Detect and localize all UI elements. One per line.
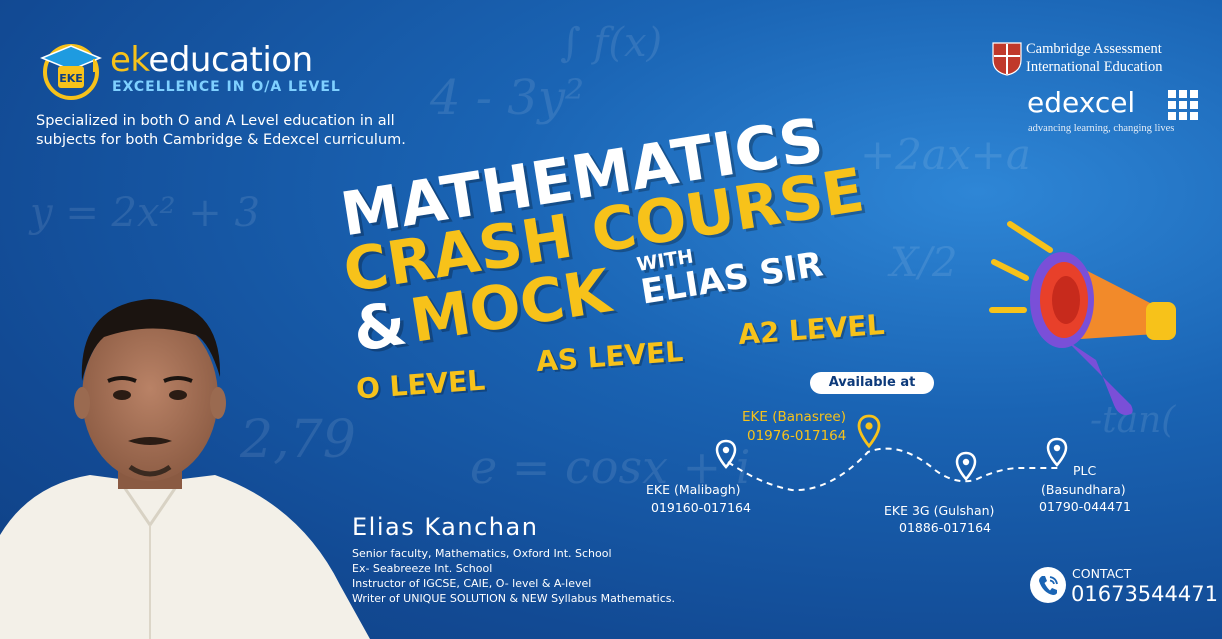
contact-label: CONTACT [1072,566,1132,581]
poster: 4 - 3y² +2ax+a y = 2x² + 3 2,79 e = cosx… [0,0,1222,639]
location-banasree-phone: 01976-017164 [747,428,847,444]
credential-line: Ex- Seabreeze Int. School [352,562,493,575]
location-gulshan-name: EKE 3G (Gulshan) [884,503,995,518]
location-banasree-name: EKE (Banasree) [742,409,846,425]
map-pin-icon [715,439,737,469]
location-malibagh-name: EKE (Malibagh) [646,482,741,497]
edexcel-grid-icon [1168,90,1198,120]
level-a2: A2 LEVEL [737,307,886,352]
cambridge-line2: International Education [1026,59,1163,75]
credential-line: Instructor of IGCSE, CAIE, O- level & A-… [352,577,592,590]
cambridge-shield-icon [992,42,1022,76]
phone-icon [1030,567,1066,603]
logo-letters: EKE [59,72,83,85]
cambridge-line1: Cambridge Assessment [1026,41,1162,57]
brand-name-prefix: ek [110,40,149,80]
instructor-name: Elias Kanchan [352,513,539,541]
credential-line: Senior faculty, Mathematics, Oxford Int.… [352,547,612,560]
map-pin-icon [955,451,977,481]
contact-phone[interactable]: 01673544471 [1071,582,1218,606]
location-plc-area: (Basundhara) [1041,482,1126,497]
location-gulshan-phone: 01886-017164 [899,520,991,535]
credential-line: Writer of UNIQUE SOLUTION & NEW Syllabus… [352,592,675,605]
graduation-cap-icon: EKE [40,44,102,100]
location-plc-name: PLC [1073,463,1097,478]
brand-name: ekeducation [110,40,313,80]
available-at-badge: Available at [810,372,934,394]
instructor-credentials: Senior faculty, Mathematics, Oxford Int.… [352,546,675,606]
level-o: O LEVEL [355,363,487,406]
location-malibagh-phone: 019160-017164 [651,500,751,515]
megaphone-icon [989,221,1176,415]
instructor-photo [0,299,370,639]
intro-text: Specialized in both O and A Level educat… [36,113,406,148]
edexcel-tagline: advancing learning, changing lives [1028,123,1175,134]
map-pin-icon [1046,437,1068,467]
brand-name-suffix: education [148,40,313,80]
brand-tagline: EXCELLENCE IN O/A LEVEL [112,79,341,95]
edexcel-name: edexcel [1027,86,1136,119]
level-as: AS LEVEL [535,334,685,379]
location-plc-phone: 01790-044471 [1039,499,1131,514]
map-pin-icon [857,414,881,449]
cambridge-logo: Cambridge Assessment International Educa… [992,40,1202,80]
